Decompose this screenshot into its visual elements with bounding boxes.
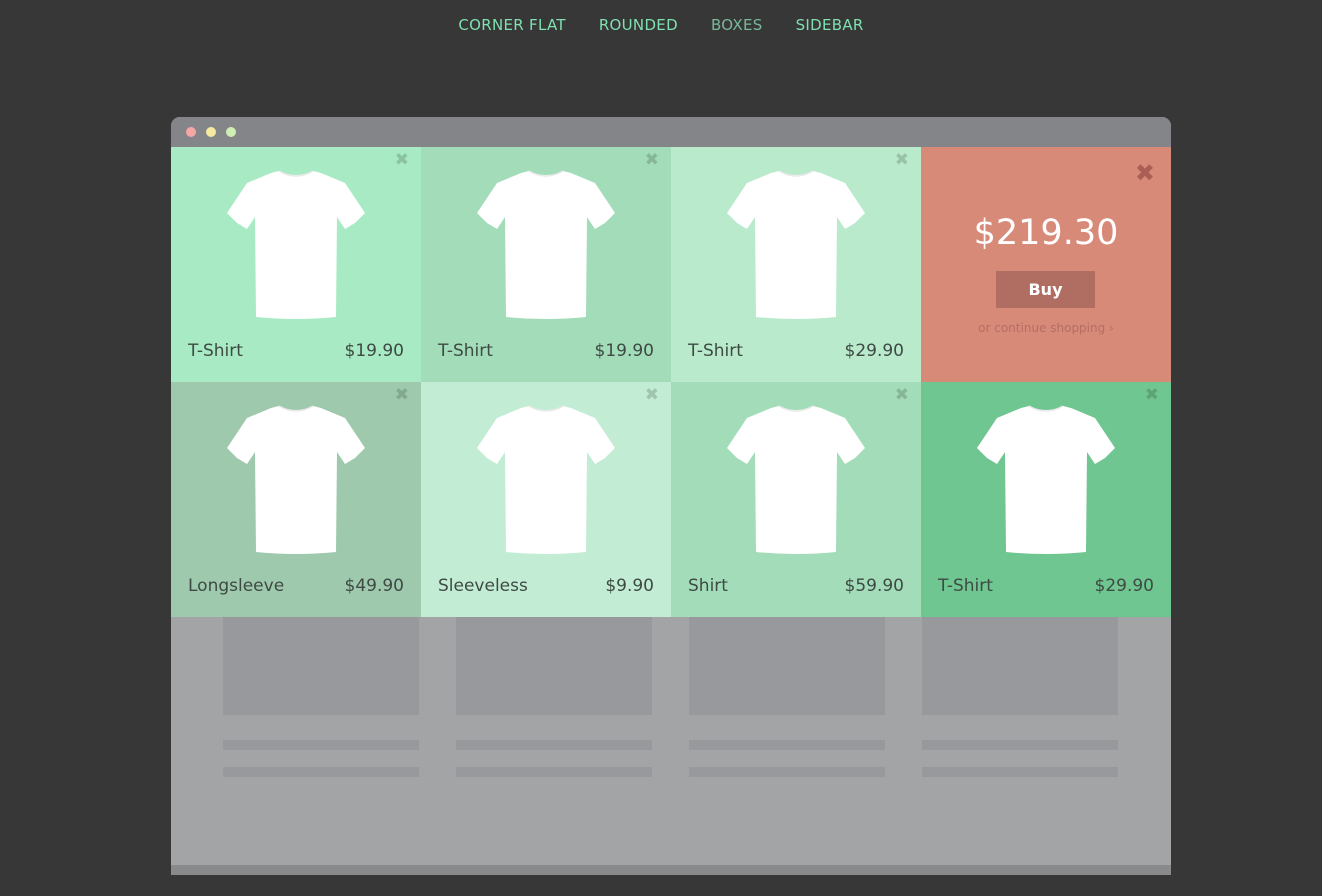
window-minimize-dot[interactable] xyxy=(206,127,216,137)
product-price: $9.90 xyxy=(605,576,654,596)
nav-rounded[interactable]: ROUNDED xyxy=(599,16,678,34)
product-price: $19.90 xyxy=(594,341,654,361)
tshirt-icon xyxy=(227,405,365,554)
remove-item-icon[interactable]: ✖ xyxy=(645,152,659,169)
browser-window: ✖ T-Shirt $19.90 ✖ T-Shirt $19.90 ✖ T-Sh… xyxy=(171,117,1171,875)
product-tile[interactable]: ✖ T-Shirt $19.90 xyxy=(421,147,671,382)
product-tile[interactable]: ✖ T-Shirt $19.90 xyxy=(171,147,421,382)
window-close-dot[interactable] xyxy=(186,127,196,137)
window-maximize-dot[interactable] xyxy=(226,127,236,137)
remove-item-icon[interactable]: ✖ xyxy=(395,152,409,169)
product-tile[interactable]: ✖ Sleeveless $9.90 xyxy=(421,382,671,617)
placeholder-image xyxy=(456,617,652,715)
cart-total: $219.30 xyxy=(973,213,1119,253)
remove-item-icon[interactable]: ✖ xyxy=(645,387,659,404)
placeholder-image xyxy=(689,617,885,715)
product-price: $59.90 xyxy=(844,576,904,596)
product-price: $19.90 xyxy=(344,341,404,361)
checkout-panel: ✖ $219.30 Buy or continue shopping › xyxy=(921,147,1171,382)
tshirt-icon xyxy=(727,405,865,554)
placeholder-image xyxy=(223,617,419,715)
product-price: $29.90 xyxy=(1094,576,1154,596)
product-name: T-Shirt xyxy=(938,576,993,596)
placeholder-image xyxy=(922,617,1118,715)
tshirt-icon xyxy=(227,170,365,319)
remove-item-icon[interactable]: ✖ xyxy=(895,387,909,404)
tshirt-icon xyxy=(477,405,615,554)
close-icon[interactable]: ✖ xyxy=(1135,161,1155,185)
product-tile[interactable]: ✖ T-Shirt $29.90 xyxy=(921,382,1171,617)
remove-item-icon[interactable]: ✖ xyxy=(1145,387,1159,404)
product-name: Longsleeve xyxy=(188,576,285,596)
placeholder-line xyxy=(456,740,652,750)
tshirt-icon xyxy=(977,405,1115,554)
product-tile[interactable]: ✖ T-Shirt $29.90 xyxy=(671,147,921,382)
tshirt-icon xyxy=(727,170,865,319)
placeholder-line xyxy=(456,767,652,777)
window-titlebar xyxy=(171,117,1171,147)
product-tile[interactable]: ✖ Longsleeve $49.90 xyxy=(171,382,421,617)
window-bottom-bar xyxy=(171,865,1171,875)
top-nav: CORNER FLAT ROUNDED BOXES SIDEBAR xyxy=(0,16,1322,34)
product-name: Sleeveless xyxy=(438,576,528,596)
product-name: T-Shirt xyxy=(438,341,493,361)
placeholder-line xyxy=(223,740,419,750)
nav-sidebar[interactable]: SIDEBAR xyxy=(796,16,864,34)
placeholder-line xyxy=(223,767,419,777)
remove-item-icon[interactable]: ✖ xyxy=(895,152,909,169)
nav-corner-flat[interactable]: CORNER FLAT xyxy=(458,16,565,34)
placeholder-line xyxy=(689,740,885,750)
remove-item-icon[interactable]: ✖ xyxy=(395,387,409,404)
tshirt-icon xyxy=(477,170,615,319)
product-price: $29.90 xyxy=(844,341,904,361)
buy-button[interactable]: Buy xyxy=(996,271,1095,308)
placeholder-line xyxy=(689,767,885,777)
placeholder-line xyxy=(922,767,1118,777)
product-price: $49.90 xyxy=(344,576,404,596)
product-name: T-Shirt xyxy=(188,341,243,361)
product-tile[interactable]: ✖ Shirt $59.90 xyxy=(671,382,921,617)
nav-boxes[interactable]: BOXES xyxy=(711,16,763,34)
continue-shopping-link[interactable]: or continue shopping › xyxy=(921,321,1171,335)
product-grid: ✖ T-Shirt $19.90 ✖ T-Shirt $19.90 ✖ T-Sh… xyxy=(171,147,1171,617)
product-name: Shirt xyxy=(688,576,728,596)
product-name: T-Shirt xyxy=(688,341,743,361)
placeholder-line xyxy=(922,740,1118,750)
